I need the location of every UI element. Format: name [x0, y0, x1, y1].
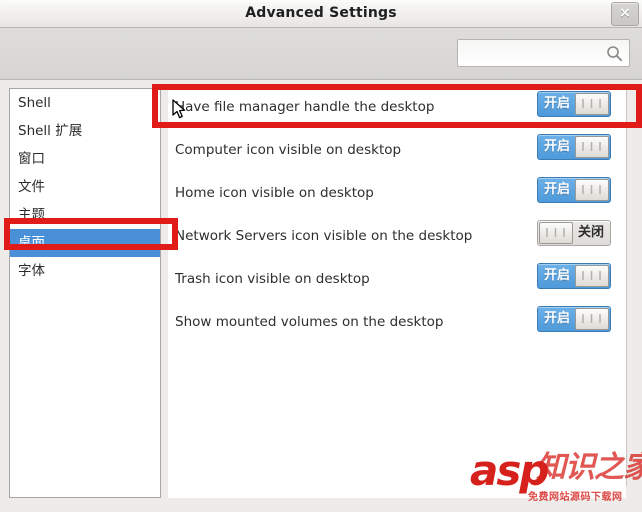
sidebar-item[interactable]: 窗口 — [10, 145, 160, 173]
toggle-knob[interactable]: ❙❙❙ — [575, 265, 609, 287]
toggle-grip-icon: ❙❙❙ — [579, 142, 605, 152]
search-icon — [607, 46, 623, 62]
sidebar-item-label: 窗口 — [18, 151, 45, 167]
toggle-state-label: 开启 — [543, 182, 570, 197]
preference-row: Computer icon visible on desktop 开启 ❙❙❙ — [168, 131, 626, 173]
preference-label: Trash icon visible on desktop — [175, 271, 370, 287]
sidebar-item[interactable]: 主题 — [10, 201, 160, 229]
toggle-knob[interactable]: ❙❙❙ — [575, 308, 609, 330]
preference-label: Have file manager handle the desktop — [175, 99, 435, 115]
sidebar-item-label: 主题 — [18, 207, 45, 223]
toggle-switch[interactable]: 开启 ❙❙❙ — [537, 91, 611, 117]
toggle-state-label: 开启 — [543, 96, 570, 111]
close-icon: × — [619, 5, 631, 21]
toggle-grip-icon: ❙❙❙ — [579, 185, 605, 195]
sidebar-item[interactable]: Shell 扩展 — [10, 117, 160, 145]
toggle-state-label: 开启 — [543, 139, 570, 154]
preference-row: Show mounted volumes on the desktop 开启 ❙❙❙ — [168, 303, 626, 345]
close-button[interactable]: × — [611, 2, 639, 26]
title-bar: Advanced Settings × — [0, 0, 642, 28]
toggle-switch[interactable]: 开启 ❙❙❙ — [537, 306, 611, 332]
sidebar-item[interactable]: Shell — [10, 89, 160, 117]
preferences-panel: Have file manager handle the desktop 开启 ❙❙… — [168, 88, 626, 498]
sidebar: Shell Shell 扩展 窗口文件主题桌面字体 — [9, 88, 161, 498]
sidebar-item-label: 字体 — [18, 263, 45, 279]
toggle-switch[interactable]: 开启 ❙❙❙ — [537, 177, 611, 203]
toggle-state-label: 关闭 — [577, 225, 604, 240]
toggle-knob[interactable]: ❙❙❙ — [539, 222, 573, 244]
preference-label: Home icon visible on desktop — [175, 185, 374, 201]
sidebar-item[interactable]: 文件 — [10, 173, 160, 201]
preference-label: Computer icon visible on desktop — [175, 142, 402, 158]
search-input[interactable] — [464, 44, 608, 64]
preference-label: Network Servers icon visible on the desk… — [175, 228, 473, 244]
advanced-settings-window: Advanced Settings × Shell Shell 扩展 窗口文件主题桌… — [0, 0, 642, 512]
toggle-grip-icon: ❙❙❙ — [579, 271, 605, 281]
toggle-switch[interactable]: 关闭 ❙❙❙ — [537, 220, 611, 246]
sidebar-item-label: 文件 — [18, 179, 45, 195]
preference-row: Network Servers icon visible on the desk… — [168, 217, 626, 259]
content-divider — [626, 88, 627, 486]
toggle-knob[interactable]: ❙❙❙ — [575, 93, 609, 115]
search-box[interactable] — [457, 39, 630, 67]
toggle-knob[interactable]: ❙❙❙ — [575, 136, 609, 158]
toggle-grip-icon: ❙❙❙ — [579, 99, 605, 109]
sidebar-item-label: 桌面 — [18, 235, 45, 251]
preference-label: Show mounted volumes on the desktop — [175, 314, 444, 330]
sidebar-item[interactable]: 字体 — [10, 257, 160, 285]
toggle-grip-icon: ❙❙❙ — [579, 314, 605, 324]
sidebar-item-label: Shell — [18, 95, 51, 111]
toggle-switch[interactable]: 开启 ❙❙❙ — [537, 263, 611, 289]
toolbar — [0, 28, 642, 80]
toggle-grip-icon: ❙❙❙ — [543, 228, 569, 238]
preference-row: Have file manager handle the desktop 开启 ❙❙… — [168, 88, 626, 130]
preference-row: Trash icon visible on desktop 开启 ❙❙❙ — [168, 260, 626, 302]
toggle-state-label: 开启 — [543, 311, 570, 326]
sidebar-item-label: Shell 扩展 — [18, 123, 83, 139]
preference-row: Home icon visible on desktop 开启 ❙❙❙ — [168, 174, 626, 216]
sidebar-item[interactable]: 桌面 — [10, 229, 160, 257]
page-title: Advanced Settings — [245, 5, 397, 21]
toggle-switch[interactable]: 开启 ❙❙❙ — [537, 134, 611, 160]
toggle-knob[interactable]: ❙❙❙ — [575, 179, 609, 201]
toggle-state-label: 开启 — [543, 268, 570, 283]
